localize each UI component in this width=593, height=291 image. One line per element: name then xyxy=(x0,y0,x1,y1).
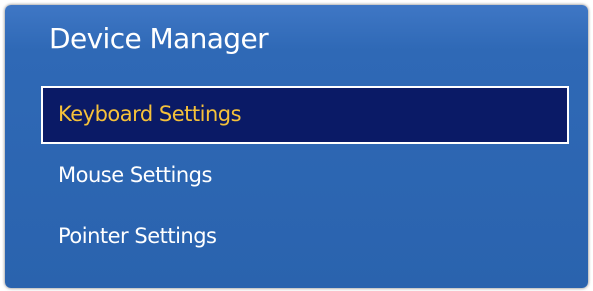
menu-item-keyboard-settings[interactable]: Keyboard Settings xyxy=(41,86,569,144)
menu-item-mouse-settings[interactable]: Mouse Settings xyxy=(58,163,212,187)
device-manager-menu: Keyboard Settings Mouse Settings Pointer… xyxy=(5,5,588,288)
menu-item-pointer-settings[interactable]: Pointer Settings xyxy=(58,224,217,248)
device-manager-panel: Device Manager Keyboard Settings Mouse S… xyxy=(5,5,588,288)
